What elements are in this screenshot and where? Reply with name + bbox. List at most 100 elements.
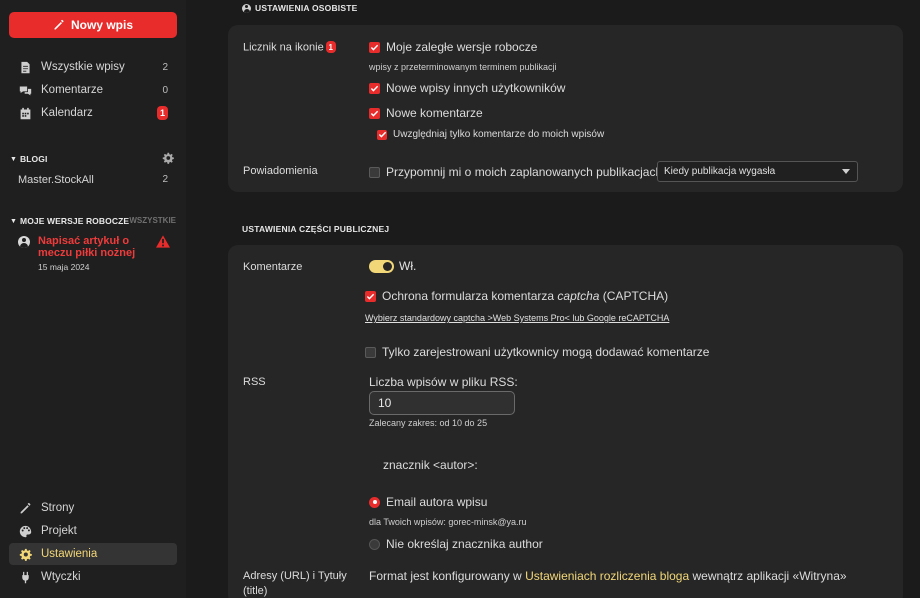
checkbox-checked-icon (369, 107, 380, 119)
radio-label: Nie określaj znacznika author (386, 537, 543, 551)
nav-label: Wtyczki (41, 571, 81, 583)
nav-label: Projekt (41, 525, 77, 537)
palette-icon (18, 524, 32, 538)
checkbox-label: Przypomnij mi o moich zaplanowanych publ… (386, 165, 663, 179)
checkbox-unchecked-icon (365, 346, 376, 358)
draft-item[interactable]: Napisać artykuł o meczu piłki nożnej 15 … (18, 235, 176, 275)
pencil-icon (54, 19, 64, 30)
radio-author-none[interactable]: Nie określaj znacznika author (369, 537, 543, 551)
format-text: Format jest konfigurowany w Ustawieniach… (369, 569, 847, 583)
checkbox-checked-icon (377, 129, 387, 140)
blogs-header-label: BLOGI (20, 154, 48, 164)
drafts-all-link[interactable]: WSZYSTKIE (129, 216, 176, 225)
checkbox-label: Tylko zarejestrowani użytkownicy mogą do… (382, 345, 710, 359)
captcha-link[interactable]: Wybierz standardowy captcha >Web Systems… (365, 313, 669, 323)
radio-checked-icon (369, 496, 380, 508)
format-post: wewnątrz aplikacji «Witryna» (689, 569, 847, 583)
nav-label: Strony (41, 502, 75, 514)
nav-calendar[interactable]: Kalendarz 1 (9, 102, 177, 124)
nav-design[interactable]: Projekt (9, 520, 177, 542)
blog-item[interactable]: Master.StockAll 2 (18, 174, 176, 186)
checkbox-captcha[interactable]: Ochrona formularza komentarza captcha (C… (365, 289, 668, 303)
personal-heading-label: USTAWIENIA OSOBISTE (255, 3, 358, 13)
gear-icon[interactable] (162, 152, 174, 164)
public-heading: USTAWIENIA CZĘŚCI PUBLICZNEJ (242, 224, 389, 234)
checkbox-checked-icon (369, 41, 380, 53)
select-value: Kiedy publikacja wygasła (664, 166, 776, 177)
checkbox-registered-only[interactable]: Tylko zarejestrowani użytkownicy mogą do… (365, 345, 709, 359)
checkbox-comments[interactable]: Nowe komentarze (369, 106, 483, 120)
drafts-header-label: MOJE WERSJE ROBOCZE (20, 216, 130, 226)
counter-label-text: Licznik na ikonie (243, 41, 324, 54)
nav-label: Komentarze (41, 84, 104, 96)
captcha-text-2: (CAPTCHA) (599, 289, 669, 303)
draft-title: Napisać artykuł o meczu piłki nożnej (38, 235, 136, 259)
toggle-label: Wł. (399, 259, 417, 273)
nav-count: 2 (162, 61, 168, 73)
drafts-header[interactable]: ▼ MOJE WERSJE ROBOCZE (10, 216, 129, 226)
author-email-hint: dla Twoich wpisów: gorec-minsk@ya.ru (369, 517, 527, 527)
blog-count: 2 (162, 174, 168, 185)
nav-all-posts[interactable]: Wszystkie wpisy 2 (9, 56, 177, 78)
urls-label: Adresy (URL) i Tytuły (title) (243, 569, 347, 598)
checkbox-others-posts[interactable]: Nowe wpisy innych użytkowników (369, 81, 565, 95)
comments-toggle[interactable] (369, 260, 394, 273)
nav-label: Wszystkie wpisy (41, 61, 125, 73)
checkbox-label: Nowe komentarze (386, 106, 483, 120)
chevron-down-icon (842, 169, 850, 174)
checkbox-label: Uwzględniaj tylko komentarze do moich wp… (393, 129, 605, 140)
nav-settings[interactable]: Ustawienia (9, 543, 177, 565)
checkbox-my-comments[interactable]: Uwzględniaj tylko komentarze do moich wp… (377, 129, 604, 140)
format-link[interactable]: Ustawieniach rozliczenia bloga (525, 569, 689, 583)
avatar (18, 236, 30, 248)
blogs-header[interactable]: ▼ BLOGI (10, 154, 47, 164)
warning-icon (156, 235, 170, 248)
pencil-icon (18, 501, 32, 515)
draft-date: 15 maja 2024 (38, 262, 90, 272)
format-pre: Format jest konfigurowany w (369, 569, 526, 583)
blog-label: Master.StockAll (18, 174, 94, 186)
notif-label: Powiadomienia (243, 165, 318, 177)
rss-count-label: Liczba wpisów w pliku RSS: (369, 375, 518, 389)
radio-label: Email autora wpisu (386, 495, 488, 509)
nav-count: 0 (162, 84, 168, 96)
counter-label: Licznik na ikonie 1 (243, 41, 336, 54)
calendar-icon (18, 106, 32, 120)
checkbox-checked-icon (369, 82, 380, 94)
caret-down-icon: ▼ (10, 217, 18, 225)
plug-icon (18, 570, 32, 584)
rss-hint: Zalecany zakres: od 10 do 25 (369, 418, 488, 428)
radio-unchecked-icon (369, 538, 380, 550)
document-icon (18, 60, 32, 74)
user-icon (242, 3, 251, 13)
checkbox-label: Nowe wpisy innych użytkowników (386, 81, 566, 95)
nav-comments[interactable]: Komentarze 0 (9, 79, 177, 101)
comments-icon (18, 83, 32, 97)
checkbox-unchecked-icon (369, 166, 380, 178)
rss-label: RSS (243, 376, 266, 388)
sidebar: Nowy wpis Wszystkie wpisy 2 Komentarze 0… (0, 0, 186, 598)
author-tag-label: znacznik <autor>: (383, 458, 478, 472)
personal-heading: USTAWIENIA OSOBISTE (242, 3, 358, 13)
caret-down-icon: ▼ (10, 155, 18, 163)
comments-label: Komentarze (243, 261, 303, 273)
input-value: 10 (378, 396, 392, 410)
nav-label: Kalendarz (41, 107, 93, 119)
urls-label-line2: (title) (243, 585, 268, 597)
nav-plugins[interactable]: Wtyczki (9, 566, 177, 588)
checkbox-label: Ochrona formularza komentarza captcha (C… (382, 289, 668, 303)
radio-author-email[interactable]: Email autora wpisu (369, 495, 487, 509)
checkbox-checked-icon (365, 290, 376, 302)
checkbox-remind[interactable]: Przypomnij mi o moich zaplanowanych publ… (369, 165, 662, 179)
nav-pages[interactable]: Strony (9, 497, 177, 519)
drafts-hint: wpisy z przeterminowanym terminem publik… (369, 62, 557, 72)
new-post-button[interactable]: Nowy wpis (9, 12, 177, 38)
new-post-label: Nowy wpis (70, 18, 133, 32)
captcha-text: Ochrona formularza komentarza (382, 289, 558, 303)
checkbox-drafts[interactable]: Moje zaległe wersje robocze (369, 40, 537, 54)
rss-count-input[interactable]: 10 (369, 391, 515, 415)
notif-select[interactable]: Kiedy publikacja wygasła (657, 161, 858, 182)
gear-icon (18, 547, 32, 561)
urls-label-line1: Adresy (URL) i Tytuły (243, 570, 347, 582)
public-heading-label: USTAWIENIA CZĘŚCI PUBLICZNEJ (242, 224, 390, 234)
